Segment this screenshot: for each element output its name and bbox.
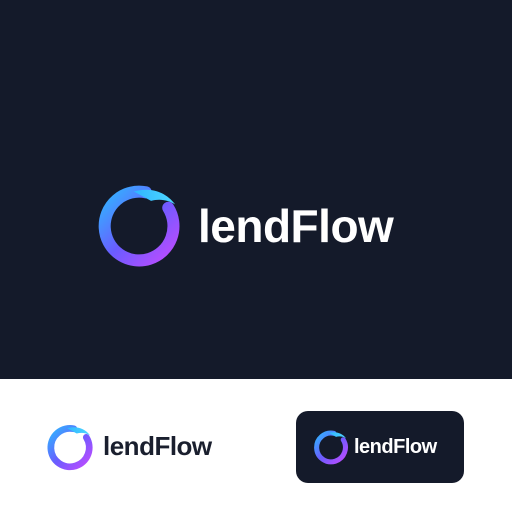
logo-presentation: lendFlow lendFlow lendFlow bbox=[0, 0, 512, 512]
brand-wordmark: lendFlow bbox=[198, 200, 394, 252]
ring-swoosh-logo-icon bbox=[47, 425, 93, 471]
hero-dark-panel: lendFlow bbox=[0, 0, 512, 379]
ring-swoosh-logo-icon bbox=[314, 430, 348, 465]
brand-wordmark-badge: lendFlow bbox=[354, 436, 437, 458]
brand-wordmark-light: lendFlow bbox=[103, 431, 212, 461]
ring-swoosh-logo-icon bbox=[98, 185, 180, 267]
dark-badge-lockup: lendFlow bbox=[296, 411, 464, 483]
